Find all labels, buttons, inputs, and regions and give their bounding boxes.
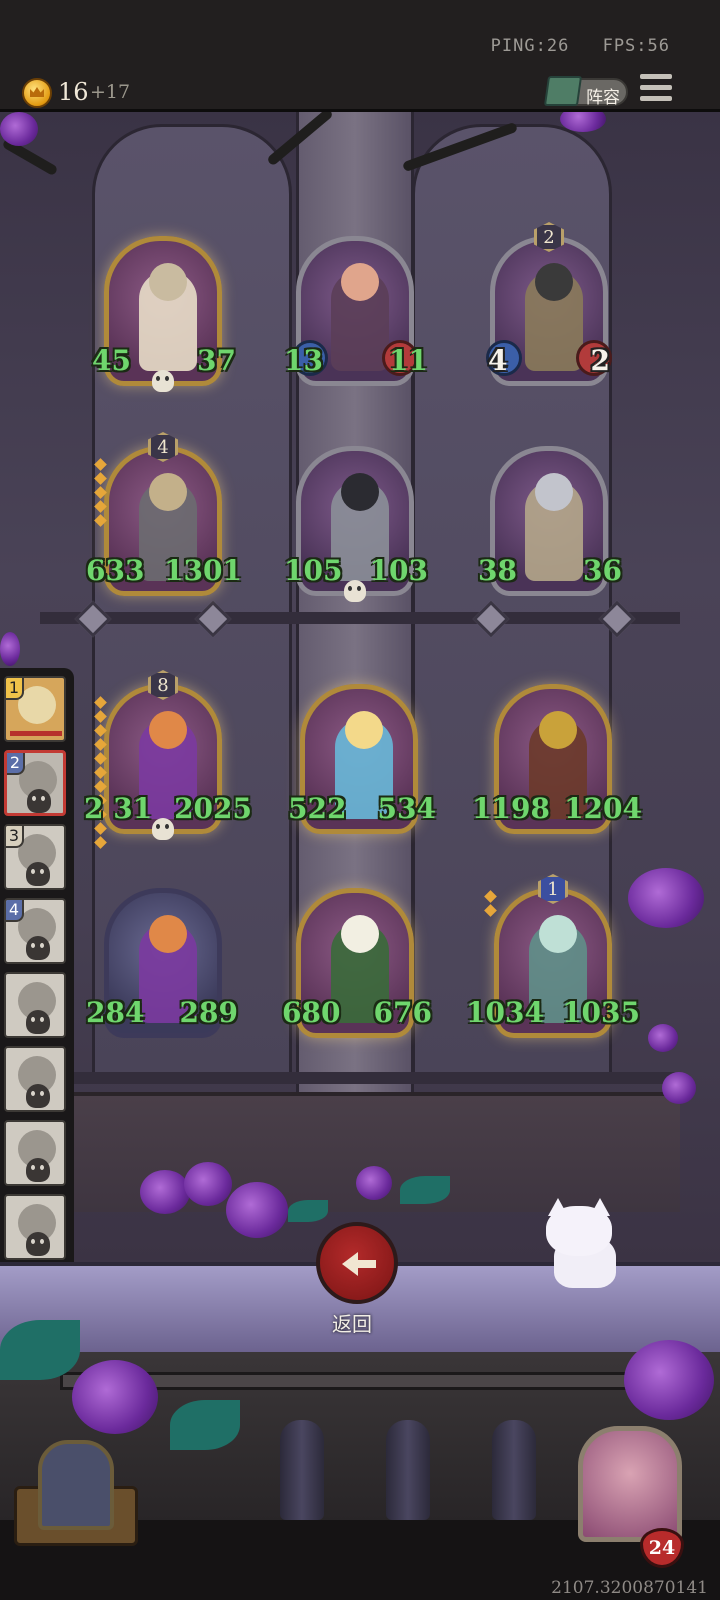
player-rank: 4	[6, 900, 24, 922]
rose-decoration	[184, 1162, 232, 1206]
network-stats: PING:26 FPS:56	[469, 36, 670, 56]
roster-player[interactable]: 3	[4, 824, 66, 890]
roster-player[interactable]: 1	[4, 676, 66, 742]
unit-health: 37	[197, 344, 236, 377]
unit-health: 1035	[562, 996, 640, 1029]
gold-amount: 16	[58, 78, 89, 106]
upgrade-pips	[94, 458, 107, 530]
upgrade-pips	[94, 696, 107, 852]
skull-icon	[26, 936, 50, 960]
skull-icon	[26, 1010, 50, 1034]
skull-icon	[152, 818, 174, 840]
unit-card[interactable]: 2 4 2	[486, 222, 612, 394]
skull-icon	[152, 370, 174, 392]
player-hero-portrait[interactable]	[578, 1426, 682, 1542]
roster-player[interactable]	[4, 972, 66, 1038]
arrow-left-icon	[342, 1252, 376, 1276]
rose-decoration	[628, 868, 704, 928]
unit-health: 1301	[164, 554, 242, 587]
unit-health: 676	[373, 996, 432, 1029]
unit-card[interactable]: 45 37	[92, 236, 236, 394]
unit-health: 289	[179, 996, 238, 1029]
leaf-decoration	[0, 1320, 80, 1380]
opponent-hero-portrait[interactable]	[38, 1440, 114, 1530]
rose-decoration	[72, 1360, 158, 1434]
unit-health: 103	[369, 554, 428, 587]
leaf-decoration	[400, 1176, 450, 1204]
roster-player[interactable]	[4, 1120, 66, 1186]
unit-card[interactable]: 105 103	[284, 446, 428, 604]
unit-attack: 2 31	[84, 792, 153, 825]
unit-attack: 38	[478, 554, 517, 587]
lineup-button[interactable]: 阵容	[543, 76, 628, 108]
top-bar: PING:26 FPS:56 16 +17 阵容	[0, 0, 720, 112]
unit-attack: 1034	[466, 996, 544, 1029]
unit-attack: 13	[284, 344, 323, 377]
unit-attack: 105	[284, 554, 343, 587]
book-icon	[543, 76, 583, 106]
player-rank: 3	[6, 826, 24, 848]
skull-icon	[26, 1232, 50, 1256]
cat-pet[interactable]	[540, 1198, 630, 1294]
unit-card[interactable]: 4 633 1301	[86, 432, 242, 604]
fps-readout: FPS:56	[602, 36, 670, 56]
leaf-decoration	[288, 1200, 328, 1222]
skull-icon	[344, 580, 366, 602]
rose-decoration	[0, 632, 20, 666]
roster-player[interactable]: 4	[4, 898, 66, 964]
unit-attack: 680	[282, 996, 341, 1029]
unit-attack: 45	[92, 344, 131, 377]
unit-card[interactable]: 13 11	[284, 236, 428, 394]
gold-income: +17	[90, 81, 131, 103]
rose-decoration	[662, 1072, 696, 1104]
rose-decoration	[648, 1024, 678, 1052]
skull-icon	[27, 789, 51, 813]
unit-health: 36	[583, 554, 622, 587]
back-button[interactable]	[316, 1222, 398, 1304]
build-id: 2107.3200870141	[551, 1578, 708, 1598]
rose-decoration	[0, 112, 38, 146]
player-rank: 2	[7, 753, 25, 775]
rose-decoration	[624, 1340, 714, 1420]
unit-attack: 1198	[472, 792, 550, 825]
leaf-decoration	[170, 1400, 240, 1450]
roster-player[interactable]	[4, 1046, 66, 1112]
unit-card[interactable]: 522 534	[288, 684, 436, 842]
unit-attack: 633	[86, 554, 145, 587]
unit-health: 534	[377, 792, 436, 825]
rose-decoration	[356, 1166, 392, 1200]
skull-icon	[26, 862, 50, 886]
unit-card[interactable]: 38 36	[478, 446, 622, 604]
upgrade-pips	[484, 890, 497, 920]
player-rank: 1	[6, 678, 24, 700]
roster-player[interactable]: 2	[4, 750, 66, 816]
unit-health: 2	[590, 344, 610, 377]
rose-decoration	[140, 1170, 190, 1214]
unit-card[interactable]: 8 2 31 2025	[84, 670, 252, 849]
back-label: 返回	[332, 1312, 372, 1336]
player-roster: 1 2 3 4	[0, 668, 74, 1272]
unit-card[interactable]: 284 289	[86, 888, 238, 1046]
health-bar	[10, 731, 62, 736]
unit-card[interactable]: 680 676	[282, 888, 432, 1046]
gold-coin-icon	[22, 78, 52, 108]
rose-decoration	[226, 1182, 288, 1238]
unit-attack: 522	[288, 792, 347, 825]
unit-attack: 284	[86, 996, 145, 1029]
unit-health: 2025	[174, 792, 252, 825]
ping-readout: PING:26	[490, 36, 570, 56]
lineup-label: 阵容	[586, 88, 620, 108]
hamburger-menu-icon[interactable]	[640, 74, 672, 104]
unit-health: 1204	[564, 792, 642, 825]
unit-attack: 4	[488, 344, 508, 377]
unit-card[interactable]: 1198 1204	[472, 684, 642, 842]
skull-icon	[26, 1084, 50, 1108]
skull-icon	[26, 1158, 50, 1182]
unit-card[interactable]: 1 1034 1035	[466, 874, 640, 1046]
roster-player[interactable]	[4, 1194, 66, 1260]
unit-health: 11	[389, 344, 428, 377]
